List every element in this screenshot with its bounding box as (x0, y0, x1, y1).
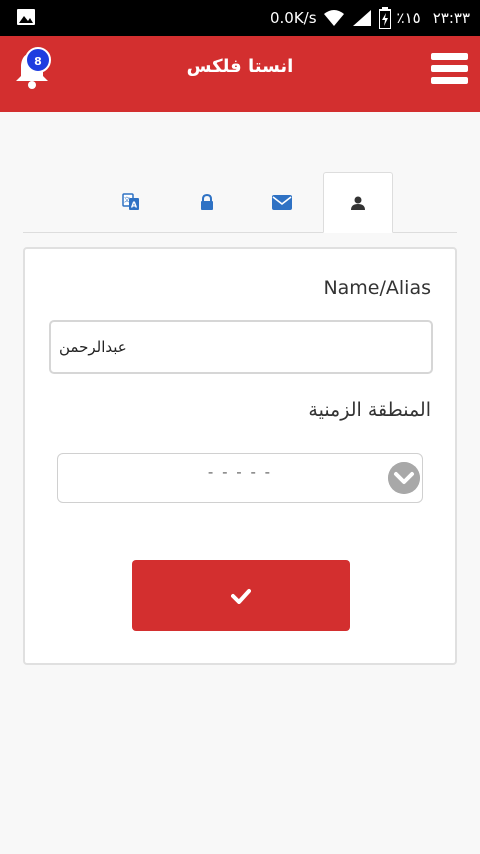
menu-icon[interactable] (431, 53, 468, 85)
profile-tabs: A 文 (23, 172, 457, 233)
notification-badge[interactable]: 8 (25, 47, 51, 73)
battery-percent: ٪١٥ (396, 9, 421, 27)
app-bar: انستا فلكس (0, 36, 480, 112)
clock: ٢٣:٣٣ (432, 9, 470, 27)
name-label: Name/Alias (323, 277, 431, 299)
timezone-selected-value: - - - - - (207, 463, 273, 481)
timezone-select[interactable]: - - - - - (57, 453, 423, 503)
status-right: 0.0K/s ٪١٥ ٢٣:٣٣ (270, 0, 470, 36)
tab-language[interactable]: A 文 (96, 172, 166, 232)
profile-form: Name/Alias المنطقة الزمنية - - - - - (23, 247, 457, 665)
tab-profile[interactable] (323, 172, 393, 233)
svg-text:文: 文 (124, 196, 130, 204)
save-button[interactable] (132, 560, 350, 631)
name-input[interactable] (51, 322, 431, 372)
wifi-icon (323, 10, 344, 26)
svg-text:A: A (131, 201, 138, 210)
check-icon (231, 588, 251, 604)
tab-security[interactable] (172, 172, 242, 232)
tab-email[interactable] (247, 172, 317, 232)
gallery-icon (17, 9, 35, 25)
chevron-down-icon (388, 462, 420, 494)
user-icon (351, 196, 365, 210)
name-field[interactable] (49, 320, 433, 374)
lock-icon (201, 194, 213, 210)
translate-icon: A 文 (122, 193, 139, 210)
timezone-label: المنطقة الزمنية (308, 399, 431, 421)
app-title: انستا فلكس (186, 56, 294, 77)
envelope-icon (272, 194, 292, 210)
network-speed: 0.0K/s (269, 9, 317, 27)
status-bar: 0.0K/s ٪١٥ ٢٣:٣٣ (0, 0, 480, 36)
signal-icon (352, 10, 371, 26)
battery-icon (378, 7, 391, 29)
